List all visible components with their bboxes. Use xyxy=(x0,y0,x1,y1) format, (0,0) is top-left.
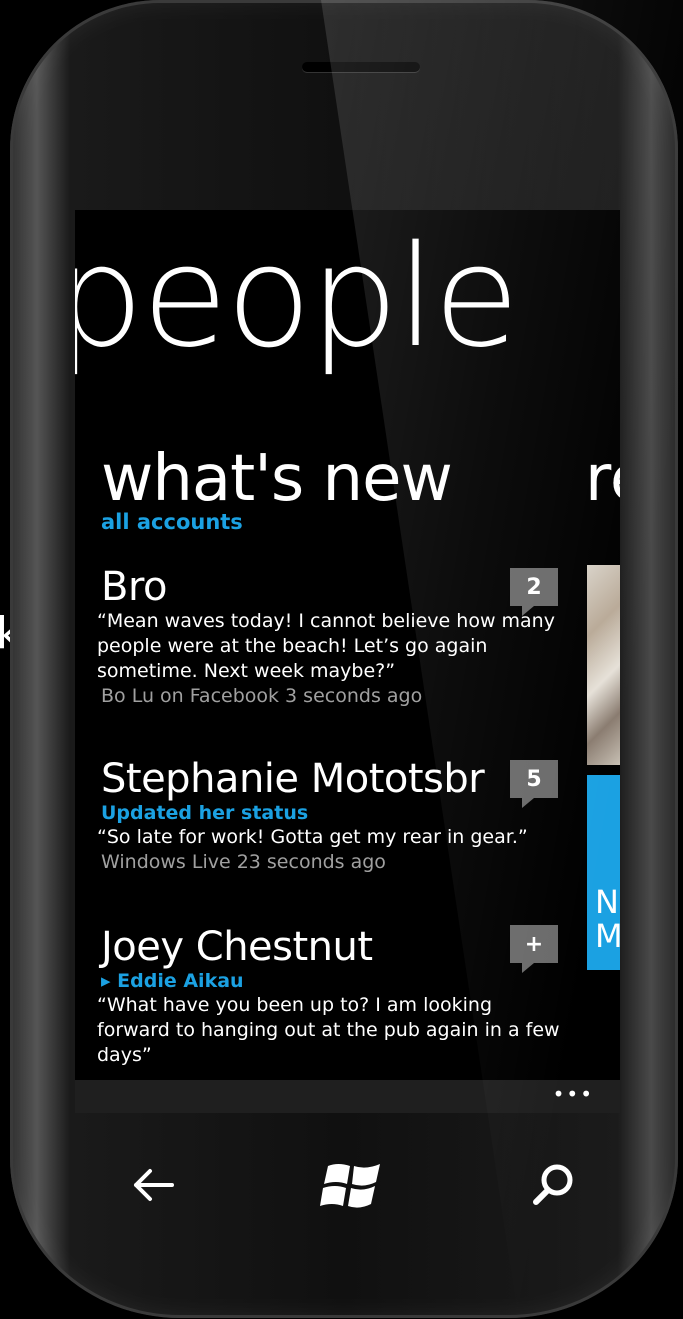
section-header-whats-new[interactable]: what's new xyxy=(101,447,453,511)
windows-logo-icon[interactable] xyxy=(318,1160,386,1218)
panorama-title: people xyxy=(75,216,520,379)
post-text: “So late for work! Gotta get my rear in … xyxy=(97,826,528,848)
earpiece-speaker xyxy=(302,62,420,72)
post-text: “Mean waves today! I cannot believe how … xyxy=(97,610,555,682)
comment-count-badge[interactable]: 5 xyxy=(510,760,558,808)
section-header-next[interactable]: re xyxy=(585,447,620,511)
contact-name[interactable]: Bro xyxy=(101,565,561,609)
post-meta: Bo Lu on Facebook 3 seconds ago xyxy=(101,685,423,707)
accounts-filter-link[interactable]: all accounts xyxy=(101,510,243,534)
live-tile[interactable]: N M xyxy=(587,775,620,970)
feed-item-joey[interactable]: Joey Chestnut ▸ Eddie Aikau “What have y… xyxy=(97,925,561,1068)
search-icon[interactable] xyxy=(528,1160,578,1214)
contact-name[interactable]: Stephanie Mototsbr xyxy=(101,757,561,801)
post-meta: Windows Live 23 seconds ago xyxy=(101,851,386,873)
device-mockup: k people what's new re all accounts Bro … xyxy=(0,0,683,1319)
contact-name[interactable]: Joey Chestnut xyxy=(101,925,561,969)
more-options-button[interactable]: ••• xyxy=(553,1082,594,1106)
feed-item-stephanie[interactable]: Stephanie Mototsbr Updated her status “S… xyxy=(97,757,561,875)
tile-text: N M xyxy=(595,883,620,955)
recipient-link[interactable]: ▸ Eddie Aikau xyxy=(101,969,561,993)
application-bar: ••• xyxy=(75,1080,620,1113)
contact-photo[interactable] xyxy=(587,565,620,765)
feed-item-bro[interactable]: Bro “Mean waves today! I cannot believe … xyxy=(97,565,561,709)
post-text: “What have you been up to? I am looking … xyxy=(97,994,560,1066)
add-comment-button[interactable]: + xyxy=(510,925,558,973)
comment-count-badge[interactable]: 2 xyxy=(510,568,558,616)
status-update-label: Updated her status xyxy=(101,802,309,824)
phone-screen: people what's new re all accounts Bro “M… xyxy=(75,210,620,1113)
back-arrow-icon[interactable] xyxy=(128,1165,176,1209)
